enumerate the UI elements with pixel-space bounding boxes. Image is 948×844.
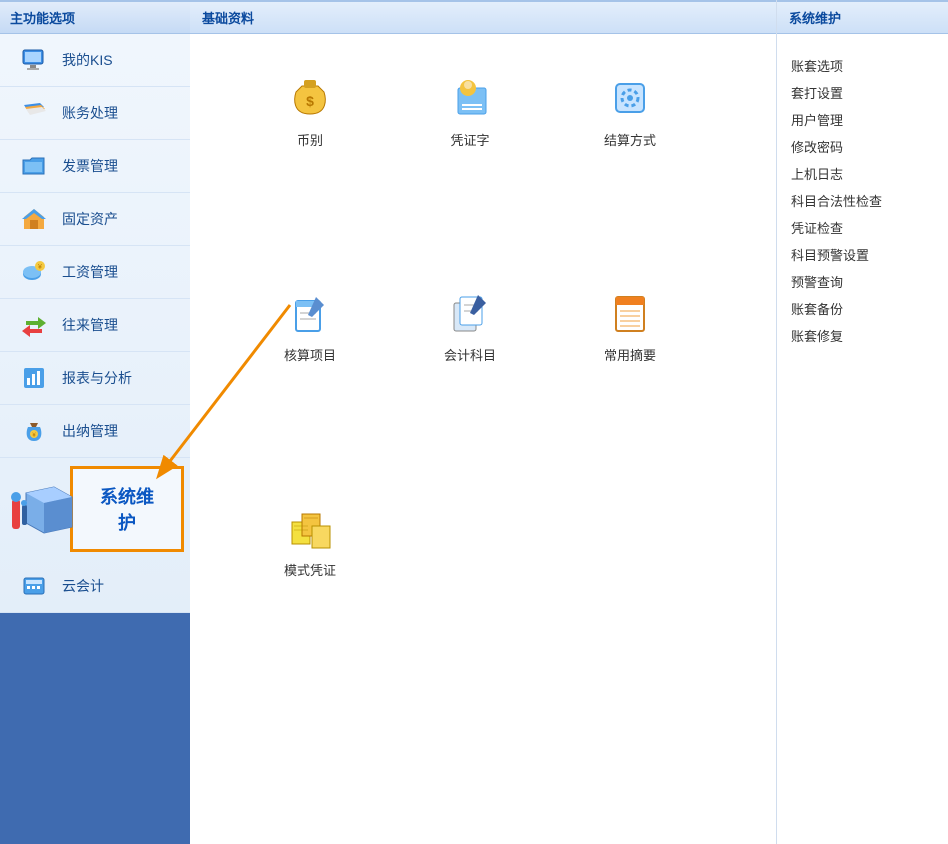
app-label: 模式凭证 bbox=[284, 560, 336, 579]
pattern-voucher-icon bbox=[286, 504, 334, 552]
right-item-backup[interactable]: 账套备份 bbox=[791, 295, 934, 322]
app-settlement[interactable]: 结算方式 bbox=[550, 74, 710, 149]
sidebar-item-label: 发票管理 bbox=[62, 156, 118, 176]
app-label: 会计科目 bbox=[444, 345, 496, 364]
sidebar-header: 主功能选项 bbox=[0, 0, 190, 34]
exchange-icon bbox=[20, 311, 48, 339]
sidebar-item-assets[interactable]: 固定资产 bbox=[0, 193, 190, 246]
sidebar-item-label: 我的KIS bbox=[62, 50, 113, 70]
app-label: 币别 bbox=[297, 130, 323, 149]
right-item-voucher-check[interactable]: 凭证检查 bbox=[791, 214, 934, 241]
app-label: 结算方式 bbox=[604, 130, 656, 149]
watermark: Baidu 经验 jingyan.baidu.com bbox=[625, 785, 764, 834]
cloud-calc-icon bbox=[20, 572, 48, 600]
svg-text:¥: ¥ bbox=[38, 264, 42, 271]
documents-pen-icon bbox=[446, 289, 494, 337]
main-header: 基础资料 bbox=[190, 0, 776, 34]
sidebar-item-label: 出纳管理 bbox=[62, 421, 118, 441]
app-common-summary[interactable]: 常用摘要 bbox=[550, 289, 710, 364]
right-item-subject-check[interactable]: 科目合法性检查 bbox=[791, 187, 934, 214]
ledger-icon bbox=[20, 99, 48, 127]
app-currency[interactable]: $ 币别 bbox=[230, 74, 390, 149]
app-accounting-item[interactable]: 核算项目 bbox=[230, 289, 390, 364]
sidebar-item-cloud[interactable]: 云会计 bbox=[0, 560, 190, 613]
app-label: 核算项目 bbox=[284, 345, 336, 364]
right-item-print-template[interactable]: 套打设置 bbox=[791, 79, 934, 106]
right-item-account-options[interactable]: 账套选项 bbox=[791, 52, 934, 79]
house-icon bbox=[20, 205, 48, 233]
sidebar-item-active-label: 系统维护 bbox=[70, 466, 184, 552]
sidebar-item-label: 账务处理 bbox=[62, 103, 118, 123]
sidebar-item-label: 固定资产 bbox=[62, 209, 118, 229]
settlement-icon bbox=[606, 74, 654, 122]
sidebar-item-label: 报表与分析 bbox=[62, 368, 132, 388]
sidebar-item-label: 往来管理 bbox=[62, 315, 118, 335]
right-item-warning-query[interactable]: 预警查询 bbox=[791, 268, 934, 295]
sidebar-item-system-maintenance[interactable]: 系统维护 bbox=[0, 458, 190, 560]
sidebar-item-current[interactable]: 往来管理 bbox=[0, 299, 190, 352]
sidebar-item-mykis[interactable]: 我的KIS bbox=[0, 34, 190, 87]
right-item-change-password[interactable]: 修改密码 bbox=[791, 133, 934, 160]
summary-list-icon bbox=[606, 289, 654, 337]
monitor-icon bbox=[20, 46, 48, 74]
app-pattern-voucher[interactable]: 模式凭证 bbox=[230, 504, 390, 579]
sidebar-fill bbox=[0, 613, 190, 844]
folder-icon bbox=[20, 152, 48, 180]
right-panel-header: 系统维护 bbox=[777, 0, 948, 34]
server-box-icon bbox=[6, 479, 80, 539]
right-item-subject-warning[interactable]: 科目预警设置 bbox=[791, 241, 934, 268]
sidebar-item-label: 工资管理 bbox=[62, 262, 118, 282]
sidebar-item-cashier[interactable]: ¥ 出纳管理 bbox=[0, 405, 190, 458]
app-voucher-word[interactable]: 凭证字 bbox=[390, 74, 550, 149]
sidebar-item-salary[interactable]: ¥ 工资管理 bbox=[0, 246, 190, 299]
sidebar-item-reports[interactable]: 报表与分析 bbox=[0, 352, 190, 405]
right-item-user-mgmt[interactable]: 用户管理 bbox=[791, 106, 934, 133]
app-label: 凭证字 bbox=[450, 130, 489, 149]
svg-text:$: $ bbox=[306, 93, 314, 109]
right-item-login-log[interactable]: 上机日志 bbox=[791, 160, 934, 187]
voucher-word-icon bbox=[446, 74, 494, 122]
sidebar-item-label: 云会计 bbox=[62, 576, 104, 596]
app-account-subject[interactable]: 会计科目 bbox=[390, 289, 550, 364]
app-label: 常用摘要 bbox=[604, 345, 656, 364]
currency-icon: $ bbox=[286, 74, 334, 122]
moneybag-icon: ¥ bbox=[20, 417, 48, 445]
sidebar-item-invoice[interactable]: 发票管理 bbox=[0, 140, 190, 193]
salary-icon: ¥ bbox=[20, 258, 48, 286]
notepad-pen-icon bbox=[286, 289, 334, 337]
sidebar-item-accounting[interactable]: 账务处理 bbox=[0, 87, 190, 140]
right-item-restore[interactable]: 账套修复 bbox=[791, 322, 934, 349]
report-icon bbox=[20, 364, 48, 392]
